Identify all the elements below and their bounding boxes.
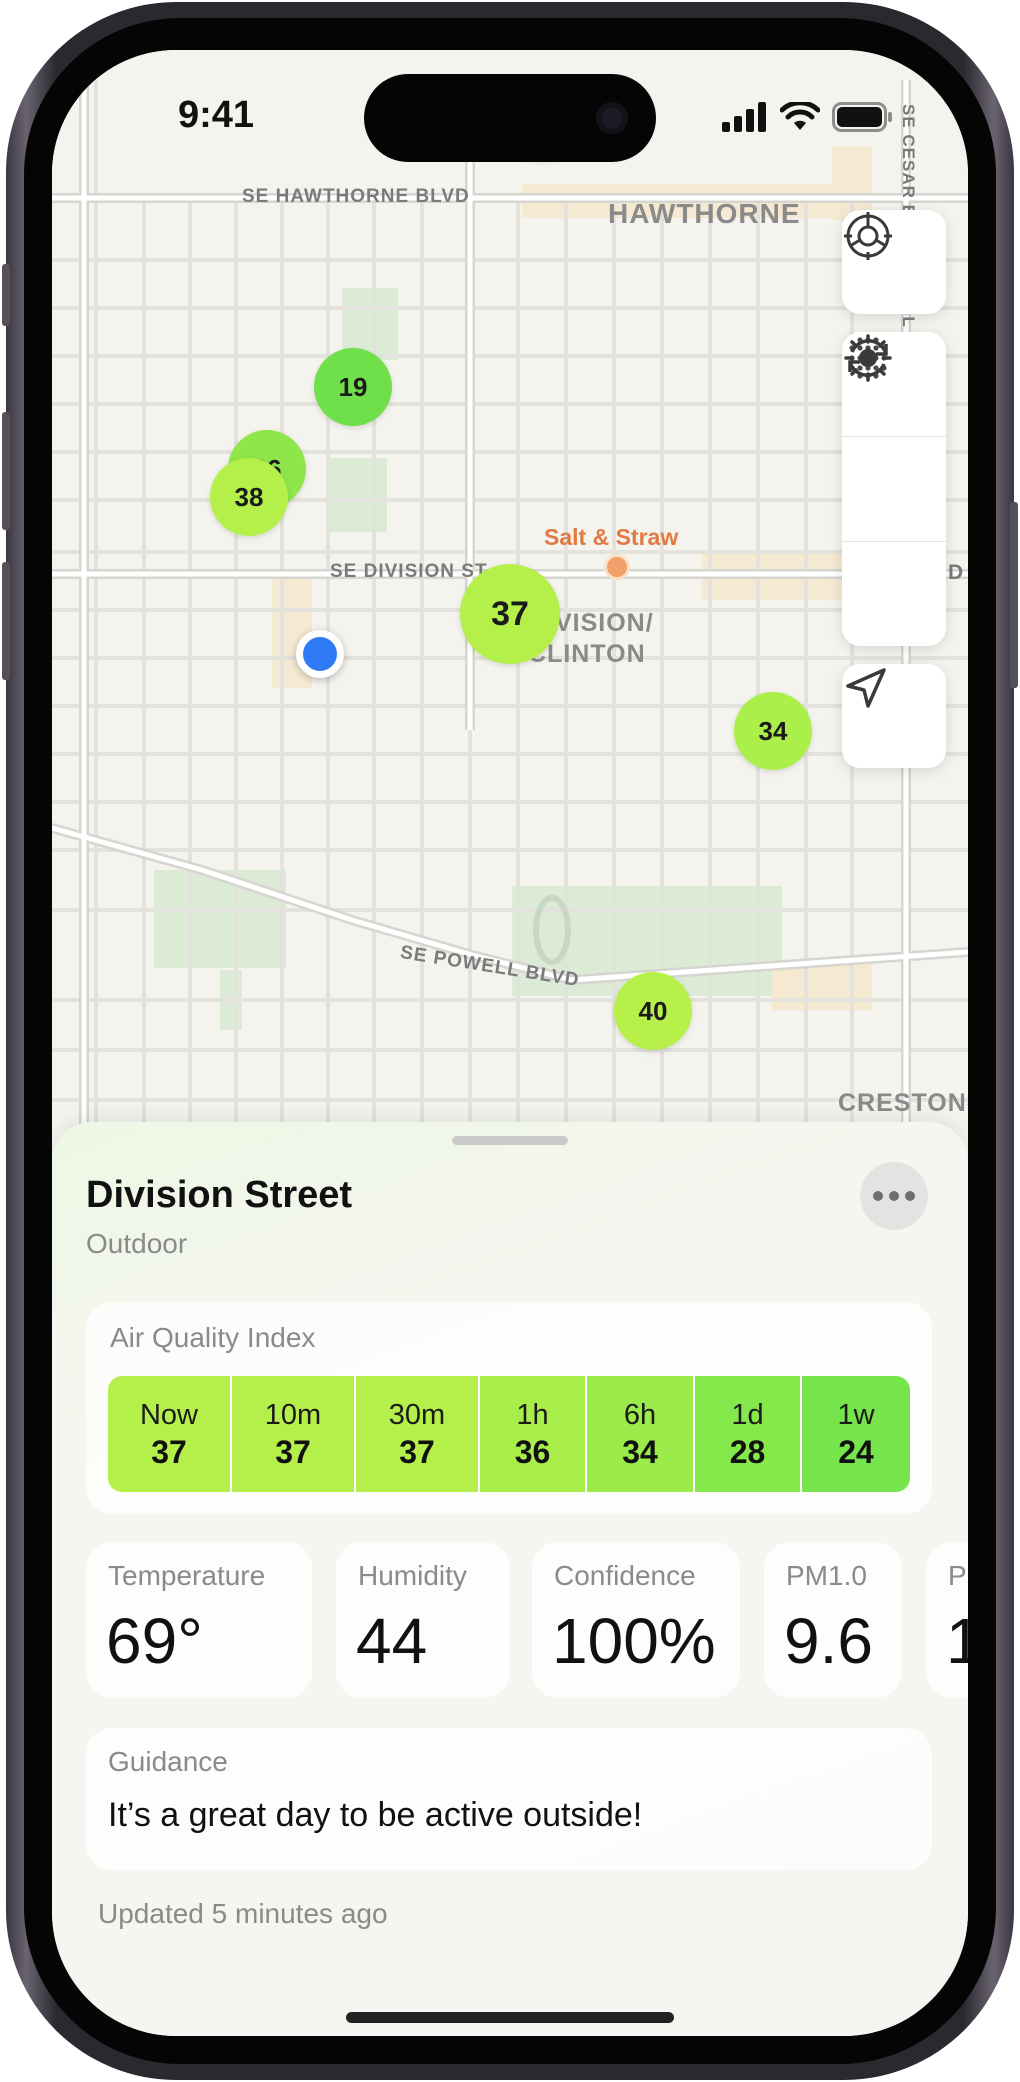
locate-me-button[interactable] (842, 664, 946, 768)
poi-label[interactable]: Salt & Straw (544, 524, 678, 551)
sensor-marker[interactable]: 37 (460, 564, 560, 664)
side-button (1010, 502, 1018, 688)
metric-card-humidity[interactable]: Humidity 44 (336, 1542, 510, 1698)
location-arrow-icon (846, 668, 886, 708)
screen: SE HAWTHORNE BLVD SE DIVISION ST SE POWE… (52, 50, 968, 2036)
guidance-card: Guidance It’s a great day to be active o… (86, 1728, 932, 1870)
guidance-label: Guidance (108, 1746, 228, 1777)
metric-label: PM1.0 (786, 1560, 867, 1591)
street-label-hawthorne: SE HAWTHORNE BLVD (242, 186, 470, 207)
aqi-period-value: 37 (275, 1434, 311, 1470)
history-icon (848, 339, 888, 377)
map-view[interactable]: SE HAWTHORNE BLVD SE DIVISION ST SE POWE… (52, 50, 968, 1170)
district-label-hawthorne: HAWTHORNE (608, 198, 801, 229)
cellular-signal-icon (722, 102, 766, 132)
metric-label: P (948, 1560, 967, 1591)
aqi-period-label: 1w (837, 1399, 875, 1431)
status-time: 9:41 (178, 94, 255, 136)
sensor-marker[interactable]: 34 (734, 692, 812, 770)
aqi-period-value: 28 (729, 1434, 766, 1470)
metric-label: Humidity (358, 1560, 467, 1591)
aqi-period-now[interactable]: Now 37 (108, 1376, 232, 1492)
volume-up-button (2, 412, 10, 530)
aqi-period-value: 37 (399, 1434, 435, 1470)
more-options-button[interactable] (860, 1162, 928, 1230)
sensor-subtitle: Outdoor (86, 1228, 188, 1259)
guidance-text: It’s a great day to be active outside! (108, 1796, 643, 1834)
aqi-history-strip: Now 37 10m 37 30m 37 1h 36 6h 34 1d 28 1… (108, 1376, 910, 1492)
metric-value: 1 (946, 1605, 968, 1677)
sensor-marker[interactable]: 19 (314, 348, 392, 426)
sheet-grabber[interactable] (452, 1136, 568, 1145)
metric-card-pm1[interactable]: PM1.0 9.6 (764, 1542, 902, 1698)
aqi-period-1w[interactable]: 1w 24 (802, 1376, 910, 1492)
user-location-dot (296, 630, 344, 678)
ellipsis-dot (873, 1191, 883, 1201)
metric-label: Temperature (108, 1560, 266, 1591)
map-settings-control (842, 210, 946, 314)
sensor-settings-icon (844, 212, 892, 260)
status-icons (722, 102, 894, 132)
metric-label: Confidence (554, 1560, 696, 1591)
sensor-title: Division Street (86, 1174, 353, 1216)
aqi-period-6h[interactable]: 6h 34 (587, 1376, 695, 1492)
aqi-period-label: 30m (388, 1399, 446, 1431)
aqi-period-label: 6h (623, 1399, 657, 1431)
map-layer-controls (842, 332, 946, 646)
history-button[interactable] (842, 339, 946, 646)
aqi-period-value: 36 (514, 1434, 551, 1470)
ellipsis-dot (889, 1191, 899, 1201)
aqi-period-label: 1d (731, 1399, 764, 1431)
ice-cream-pin-icon[interactable] (604, 554, 630, 580)
wifi-icon (780, 102, 820, 130)
metric-card-temperature[interactable]: Temperature 69° (86, 1542, 312, 1698)
aqi-period-label: 1h (516, 1399, 549, 1431)
updated-timestamp: Updated 5 minutes ago (98, 1898, 388, 1929)
battery-icon (832, 102, 892, 132)
aqi-period-label: Now (139, 1399, 198, 1431)
front-camera (596, 102, 628, 134)
sensor-detail-sheet: Division Street Outdoor Air Quality Inde… (52, 1122, 968, 2036)
settings-button[interactable] (842, 210, 946, 314)
metric-value: 69° (106, 1605, 203, 1677)
aqi-period-value: 37 (151, 1434, 187, 1470)
aqi-card: Air Quality Index Now 37 10m 37 30m 37 1… (86, 1302, 932, 1514)
sensor-marker[interactable]: 40 (614, 972, 692, 1050)
home-indicator[interactable] (346, 2012, 674, 2023)
district-label-creston: CRESTON- (838, 1089, 968, 1117)
volume-down-button (2, 562, 10, 680)
street-label-division: SE DIVISION ST (330, 561, 488, 582)
aqi-period-value: 34 (622, 1434, 658, 1470)
action-button (2, 264, 10, 326)
metric-value: 9.6 (784, 1605, 873, 1677)
metric-value: 100% (552, 1605, 716, 1677)
metric-card-confidence[interactable]: Confidence 100% (532, 1542, 740, 1698)
aqi-period-label: 10m (264, 1399, 322, 1431)
location-control (842, 664, 946, 768)
brightness-button[interactable] (842, 334, 946, 541)
ellipsis-dot (905, 1191, 915, 1201)
aqi-period-10m[interactable]: 10m 37 (232, 1376, 356, 1492)
street-label-division-partial: D (948, 561, 965, 584)
metric-value: 44 (356, 1605, 428, 1677)
aqi-period-1h[interactable]: 1h 36 (480, 1376, 587, 1492)
aqi-period-value: 24 (838, 1434, 874, 1470)
metric-card-partial[interactable]: P 1 (926, 1542, 968, 1698)
dynamic-island (364, 74, 656, 162)
aqi-label: Air Quality Index (110, 1322, 316, 1353)
aqi-period-1d[interactable]: 1d 28 (695, 1376, 802, 1492)
sensor-marker[interactable]: 38 (210, 458, 288, 536)
aqi-period-30m[interactable]: 30m 37 (356, 1376, 480, 1492)
